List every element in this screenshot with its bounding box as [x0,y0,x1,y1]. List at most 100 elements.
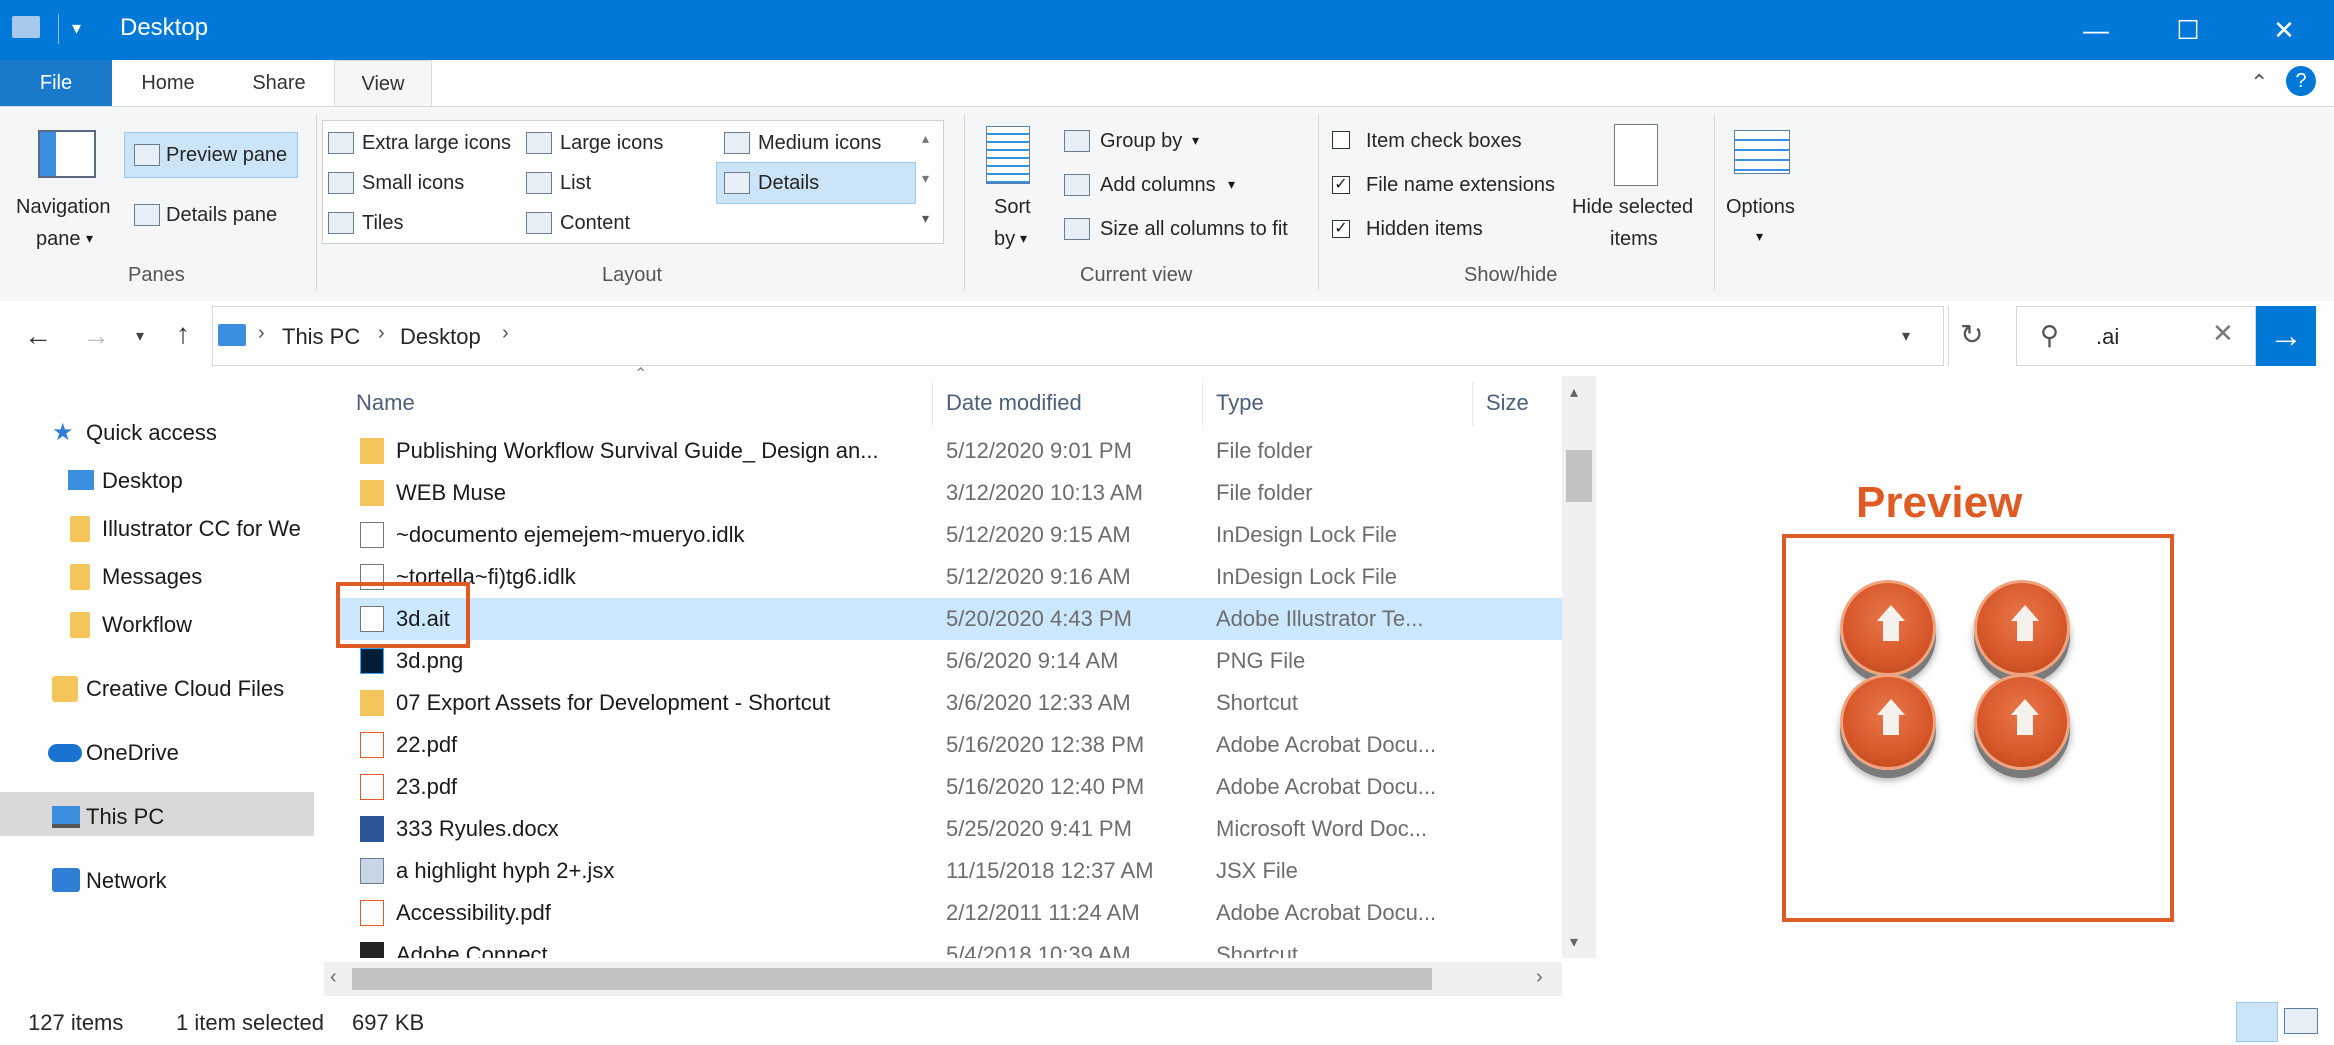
table-row[interactable]: 333 Ryules.docx 5/25/2020 9:41 PM Microsof… [340,808,1562,850]
file-date-modified: 3/6/2020 12:33 AM [946,690,1131,715]
file-type: File folder [1216,438,1313,463]
file-name: 333 Ryules.docx [396,816,559,841]
file-date-modified: 5/12/2020 9:01 PM [946,438,1132,463]
file-type: Shortcut [1216,942,1298,958]
file-name: 3d.ait [396,606,450,631]
status-bar [0,1000,2334,1045]
scroll-down-arrow-icon[interactable]: ▾ [1570,932,1578,952]
horizontal-scroll-thumb[interactable] [352,968,1432,990]
close-icon: ✕ [2273,14,2295,45]
file-name: ~documento ejemejem~mueryo.idlk [396,522,745,547]
file-date-modified: 3/12/2020 10:13 AM [946,480,1143,505]
table-row[interactable]: ~tortella~fi)tg6.idlk 5/12/2020 9:16 AM In… [340,556,1562,598]
file-name: Publishing Workflow Survival Guide_ Desi… [396,438,879,463]
file-name: ~tortella~fi)tg6.idlk [396,564,576,589]
collapse-ribbon-chevron-icon[interactable]: ⌃ [2250,70,2268,96]
table-row[interactable]: 3d.png 5/6/2020 9:14 AM PNG File [340,640,1562,682]
clear-search-icon[interactable]: ✕ [2212,318,2234,349]
search-icon: ⚲ [2040,320,2060,350]
table-row[interactable]: 22.pdf 5/16/2020 12:38 PM Adobe Acrobat Do… [340,724,1562,766]
file-type: InDesign Lock File [1216,522,1397,547]
jsx-file-icon [360,858,384,884]
folder-file-icon [360,480,384,506]
file-name: 22.pdf [396,732,458,757]
pdf-file-icon [360,732,384,758]
selection-size: 697 KB [352,1010,425,1035]
table-row[interactable]: Adobe Connect 5/4/2018 10:39 AM Shortcut [340,934,1562,958]
file-date-modified: 5/16/2020 12:38 PM [946,732,1145,757]
file-name: 3d.png [396,648,464,673]
maximize-button[interactable]: ☐ [2142,0,2234,60]
address-history-chevron-icon[interactable]: ▾ [1902,326,1910,346]
search-go-arrow-icon[interactable]: → [2256,306,2316,366]
file-name: 23.pdf [396,774,458,799]
search-input[interactable]: .ai [2096,324,2119,350]
file-name: Adobe Connect [396,942,548,958]
ribbon-separator [1714,114,1715,290]
options-icon[interactable] [1734,130,1790,174]
scroll-left-arrow-icon[interactable]: ‹ [330,966,337,989]
file-date-modified: 11/15/2018 12:37 AM [946,858,1154,883]
table-row[interactable]: a highlight hyph 2+.jsx 11/15/2018 12:37 … [340,850,1562,892]
table-row[interactable]: Publishing Workflow Survival Guide_ Desi… [340,430,1562,472]
refresh-icon[interactable]: ↻ [1960,318,1983,351]
file-date-modified: 5/16/2020 12:40 PM [946,774,1145,799]
table-row[interactable]: ~documento ejemejem~mueryo.idlk 5/12/2020… [340,514,1562,556]
file-date-modified: 5/12/2020 9:16 AM [946,564,1131,589]
file-date-modified: 5/4/2018 10:39 AM [946,942,1131,958]
upload-button-image [1840,674,1936,770]
file-date-modified: 5/6/2020 9:14 AM [946,648,1119,673]
lock-file-icon [360,522,384,548]
table-row[interactable]: 3d.ait 5/20/2020 4:43 PM Adobe Illustrator… [340,598,1562,640]
file-type: File folder [1216,480,1313,505]
word-file-icon [360,816,384,842]
hide-selected-items-icon[interactable] [1614,124,1658,186]
maximize-icon: ☐ [2176,14,2200,45]
hide-selected-label2[interactable]: items [1610,228,1658,251]
pdf-file-icon [360,900,384,926]
highlight-annotation-box [336,582,470,648]
help-icon[interactable]: ? [2286,66,2316,96]
connect-file-icon [360,942,384,958]
close-button[interactable]: ✕ [2234,0,2334,60]
file-name: WEB Muse [396,480,507,505]
minimize-icon-real: — [2083,14,2109,45]
file-type: Adobe Acrobat Docu... [1216,900,1437,925]
item-count: 127 items [28,1010,124,1035]
table-row[interactable]: 07 Export Assets for Development - Short… [340,682,1562,724]
vertical-scroll-thumb[interactable] [1566,450,1592,502]
file-type: Shortcut [1216,690,1298,715]
table-row[interactable]: 23.pdf 5/16/2020 12:40 PM Adobe Acrobat Do… [340,766,1562,808]
file-date-modified: 5/25/2020 9:41 PM [946,816,1132,841]
file-type: Adobe Acrobat Docu... [1216,732,1437,757]
scroll-up-arrow-icon[interactable]: ▴ [1570,382,1578,402]
file-type: JSX File [1216,858,1298,883]
upload-button-image [1840,580,1936,676]
preview-title: Preview [1856,478,2023,527]
hide-selected-label[interactable]: Hide selected [1572,196,1693,219]
address-divider [1948,306,1949,366]
table-row[interactable]: WEB Muse 3/12/2020 10:13 AM File folder [340,472,1562,514]
file-type: Adobe Illustrator Te... [1216,606,1424,631]
options-dropdown-icon[interactable]: ▾ [1756,228,1763,245]
table-row[interactable]: Accessibility.pdf 2/12/2011 11:24 AM Adobe… [340,892,1562,934]
minimize-button-real[interactable]: — [2050,0,2142,60]
details-view-toggle-icon[interactable] [2236,1002,2278,1042]
large-icons-view-toggle-icon[interactable] [2284,1008,2318,1034]
file-list: Publishing Workflow Survival Guide_ Desi… [0,0,1562,958]
scroll-right-arrow-icon[interactable]: › [1536,966,1543,989]
upload-button-image [1974,580,2070,676]
upload-button-image [1974,674,2070,770]
file-type: Microsoft Word Doc... [1216,816,1428,841]
file-type: PNG File [1216,648,1306,673]
pdf-file-icon [360,774,384,800]
folder-file-icon [360,438,384,464]
file-date-modified: 2/12/2011 11:24 AM [946,900,1140,925]
selection-count: 1 item selected [176,1010,324,1035]
ps-file-icon [360,648,384,674]
file-type: InDesign Lock File [1216,564,1397,589]
file-name: 07 Export Assets for Development - Short… [396,690,831,715]
file-name: a highlight hyph 2+.jsx [396,858,615,883]
file-date-modified: 5/20/2020 4:43 PM [946,606,1132,631]
options-button[interactable]: Options [1726,196,1795,219]
